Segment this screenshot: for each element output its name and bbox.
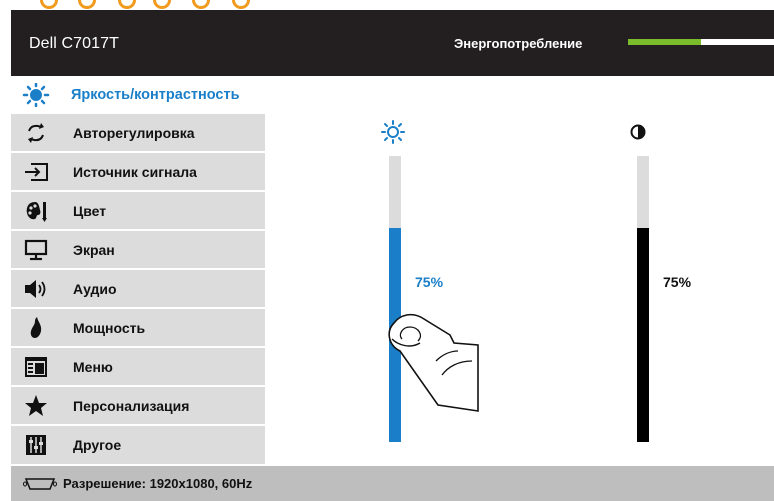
menu-item-label: Цвет xyxy=(73,202,107,219)
cropped-glyph xyxy=(40,0,58,9)
menu-item-label: Источник сигнала xyxy=(73,163,197,180)
cropped-glyph xyxy=(78,0,96,9)
sun-icon xyxy=(381,120,405,149)
contrast-slider-fill xyxy=(637,227,649,442)
menu-item-personalize[interactable]: Персонализация xyxy=(11,387,265,425)
resolution-status: Разрешение: 1920x1080, 60Hz xyxy=(63,476,253,491)
input-source-icon xyxy=(21,160,51,184)
power-flame-icon xyxy=(21,316,51,340)
menu-item-label: Яркость/контрастность xyxy=(71,86,240,103)
sliders-icon xyxy=(21,433,51,457)
menu-item-label: Персонализация xyxy=(73,397,190,414)
cropped-glyph xyxy=(153,0,171,9)
cropped-glyph xyxy=(118,0,136,9)
monitor-icon xyxy=(21,238,51,262)
menu-item-label: Авторегулировка xyxy=(73,124,195,141)
cropped-glyph xyxy=(192,0,210,9)
menu-item-audio[interactable]: Аудио xyxy=(11,270,265,308)
energy-consumption-label: Энергопотребление xyxy=(454,36,583,51)
menu-item-label: Экран xyxy=(73,241,115,258)
menu-item-power[interactable]: Мощность xyxy=(11,309,265,347)
menu-item-color[interactable]: Цвет xyxy=(11,192,265,230)
cropped-glyph xyxy=(232,0,250,9)
osd-footer: Разрешение: 1920x1080, 60Hz xyxy=(11,466,774,501)
menu-item-label: Другое xyxy=(73,437,122,453)
monitor-model-title: Dell C7017T xyxy=(29,35,120,52)
vga-connector-icon xyxy=(23,477,57,491)
brightness-value: 75% xyxy=(415,274,444,290)
touch-hand-icon xyxy=(380,305,480,420)
contrast-value: 75% xyxy=(663,274,692,290)
speaker-icon xyxy=(21,277,51,301)
color-palette-icon xyxy=(21,199,51,223)
menu-item-others[interactable]: Другое xyxy=(11,426,265,464)
auto-adjust-icon xyxy=(21,121,51,145)
osd-header: Dell C7017T Энергопотребление xyxy=(11,10,774,76)
osd-main-menu: Яркость/контрастность Авторегулировка Ис… xyxy=(11,76,265,466)
star-icon xyxy=(21,394,51,418)
menu-item-label: Меню xyxy=(73,358,113,375)
energy-consumption-bar xyxy=(628,39,774,45)
brightness-icon xyxy=(21,82,51,107)
menu-item-input-source[interactable]: Источник сигнала xyxy=(11,153,265,191)
menu-item-brightness-contrast[interactable]: Яркость/контрастность xyxy=(11,76,265,114)
brightness-contrast-panel: 75% 75% xyxy=(265,76,774,466)
top-cropped-strip xyxy=(0,0,774,10)
menu-item-menu[interactable]: Меню xyxy=(11,348,265,386)
menu-item-label: Аудио xyxy=(73,280,117,297)
energy-consumption-fill xyxy=(628,39,701,45)
menu-window-icon xyxy=(21,355,51,379)
contrast-slider[interactable] xyxy=(637,156,649,442)
menu-item-label: Мощность xyxy=(73,319,146,336)
menu-item-auto-adjust[interactable]: Авторегулировка xyxy=(11,114,265,152)
contrast-icon xyxy=(630,124,646,145)
menu-item-display[interactable]: Экран xyxy=(11,231,265,269)
